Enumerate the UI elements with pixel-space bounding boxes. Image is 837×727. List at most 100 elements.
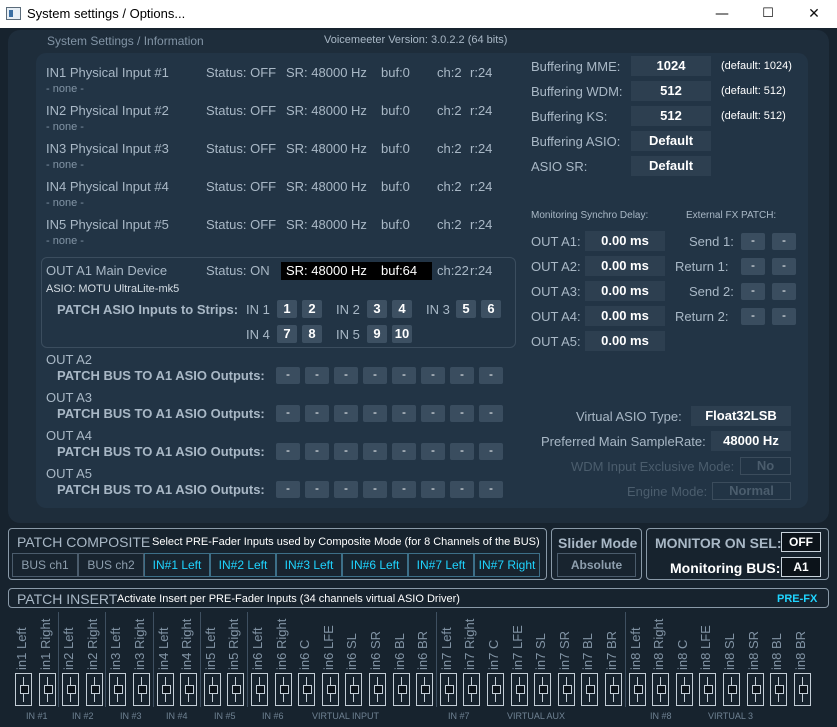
patch-output-button[interactable]: - — [421, 405, 445, 422]
patch-output-button[interactable]: - — [305, 405, 329, 422]
insert-toggle[interactable] — [699, 673, 717, 706]
input-name[interactable]: IN2 Physical Input #2 — [46, 103, 169, 118]
composite-channel-button[interactable]: IN#7 Right — [474, 553, 540, 577]
patch-output-button[interactable]: - — [276, 367, 300, 384]
insert-toggle[interactable] — [180, 673, 198, 706]
strip-channel-button[interactable]: 10 — [392, 325, 412, 343]
out-bus-name[interactable]: OUT A5 — [46, 466, 92, 481]
insert-toggle[interactable] — [652, 673, 670, 706]
insert-toggle[interactable] — [321, 673, 339, 706]
patch-output-button[interactable]: - — [334, 481, 358, 498]
patch-output-button[interactable]: - — [305, 443, 329, 460]
composite-channel-button[interactable]: IN#7 Left — [408, 553, 474, 577]
out-bus-name[interactable]: OUT A2 — [46, 352, 92, 367]
fx-patch-button[interactable]: - — [741, 308, 765, 325]
insert-toggle[interactable] — [628, 673, 646, 706]
insert-toggle[interactable] — [133, 673, 150, 706]
insert-toggle[interactable] — [439, 673, 457, 706]
strip-channel-button[interactable]: 3 — [367, 300, 387, 318]
strip-channel-button[interactable]: 9 — [367, 325, 387, 343]
patch-output-button[interactable]: - — [421, 443, 445, 460]
patch-output-button[interactable]: - — [305, 481, 329, 498]
patch-output-button[interactable]: - — [392, 481, 416, 498]
insert-toggle[interactable] — [510, 673, 528, 706]
maximize-button[interactable]: ☐ — [745, 0, 791, 28]
composite-channel-button[interactable]: IN#6 Left — [342, 553, 408, 577]
fx-patch-button[interactable]: - — [741, 283, 765, 300]
insert-toggle[interactable] — [605, 673, 622, 706]
strip-channel-button[interactable]: 5 — [456, 300, 476, 318]
preferred-samplerate-value[interactable]: 48000 Hz — [711, 431, 791, 451]
patch-output-button[interactable]: - — [276, 443, 300, 460]
insert-toggle[interactable] — [793, 673, 811, 706]
insert-toggle[interactable] — [416, 673, 434, 706]
buffering-value[interactable]: 1024 — [631, 56, 711, 76]
insert-toggle[interactable] — [109, 673, 127, 706]
patch-output-button[interactable]: - — [450, 367, 474, 384]
fx-patch-button[interactable]: - — [772, 308, 796, 325]
insert-toggle[interactable] — [675, 673, 693, 706]
patch-output-button[interactable]: - — [392, 405, 416, 422]
strip-channel-button[interactable]: 1 — [277, 300, 297, 318]
input-name[interactable]: IN3 Physical Input #3 — [46, 141, 169, 156]
monitoring-delay-value[interactable]: 0.00 ms — [585, 331, 665, 351]
patch-output-button[interactable]: - — [479, 443, 503, 460]
patch-output-button[interactable]: - — [450, 443, 474, 460]
buffering-value[interactable]: 512 — [631, 81, 711, 101]
insert-toggle[interactable] — [274, 673, 292, 706]
virtual-asio-type-value[interactable]: Float32LSB — [691, 406, 791, 426]
close-button[interactable]: ✕ — [791, 0, 837, 28]
composite-channel-button[interactable]: IN#2 Left — [210, 553, 276, 577]
strip-channel-button[interactable]: 7 — [277, 325, 297, 343]
patch-output-button[interactable]: - — [334, 405, 358, 422]
insert-toggle[interactable] — [38, 673, 56, 706]
input-name[interactable]: IN1 Physical Input #1 — [46, 65, 169, 80]
composite-channel-button[interactable]: IN#1 Left — [144, 553, 210, 577]
monitoring-delay-value[interactable]: 0.00 ms — [585, 231, 665, 251]
composite-channel-button[interactable]: BUS ch2 — [78, 553, 144, 577]
patch-output-button[interactable]: - — [479, 367, 503, 384]
monitoring-delay-value[interactable]: 0.00 ms — [585, 256, 665, 276]
insert-toggle[interactable] — [369, 673, 386, 706]
composite-channel-button[interactable]: IN#3 Left — [276, 553, 342, 577]
strip-channel-button[interactable]: 4 — [392, 300, 412, 318]
strip-channel-button[interactable]: 2 — [302, 300, 322, 318]
patch-output-button[interactable]: - — [363, 481, 387, 498]
patch-output-button[interactable]: - — [276, 405, 300, 422]
fx-patch-button[interactable]: - — [772, 233, 796, 250]
monitoring-delay-value[interactable]: 0.00 ms — [585, 281, 665, 301]
patch-output-button[interactable]: - — [421, 367, 445, 384]
patch-output-button[interactable]: - — [334, 367, 358, 384]
input-name[interactable]: IN5 Physical Input #5 — [46, 217, 169, 232]
insert-toggle[interactable] — [534, 673, 552, 706]
insert-toggle[interactable] — [557, 673, 575, 706]
insert-toggle[interactable] — [298, 673, 316, 706]
monitor-on-sel-button[interactable]: OFF — [781, 532, 821, 552]
patch-output-button[interactable]: - — [276, 481, 300, 498]
strip-channel-button[interactable]: 8 — [302, 325, 322, 343]
out-a1-name[interactable]: OUT A1 Main Device — [46, 263, 167, 278]
engine-mode-value[interactable]: Normal — [712, 482, 791, 500]
insert-toggle[interactable] — [770, 673, 788, 706]
wdm-exclusive-value[interactable]: No — [740, 457, 791, 475]
buffering-value[interactable]: Default — [631, 156, 711, 176]
strip-channel-button[interactable]: 6 — [481, 300, 501, 318]
patch-output-button[interactable]: - — [363, 443, 387, 460]
patch-output-button[interactable]: - — [450, 405, 474, 422]
out-bus-name[interactable]: OUT A3 — [46, 390, 92, 405]
monitoring-delay-value[interactable]: 0.00 ms — [585, 306, 665, 326]
patch-output-button[interactable]: - — [363, 405, 387, 422]
insert-toggle[interactable] — [15, 673, 32, 706]
insert-toggle[interactable] — [85, 673, 103, 706]
buffering-value[interactable]: 512 — [631, 106, 711, 126]
fx-patch-button[interactable]: - — [772, 258, 796, 275]
insert-toggle[interactable] — [487, 673, 504, 706]
patch-output-button[interactable]: - — [363, 367, 387, 384]
monitoring-bus-button[interactable]: A1 — [781, 557, 821, 577]
patch-output-button[interactable]: - — [450, 481, 474, 498]
fx-patch-button[interactable]: - — [741, 258, 765, 275]
insert-toggle[interactable] — [62, 673, 80, 706]
insert-toggle[interactable] — [203, 673, 221, 706]
insert-toggle[interactable] — [392, 673, 410, 706]
patch-output-button[interactable]: - — [479, 481, 503, 498]
